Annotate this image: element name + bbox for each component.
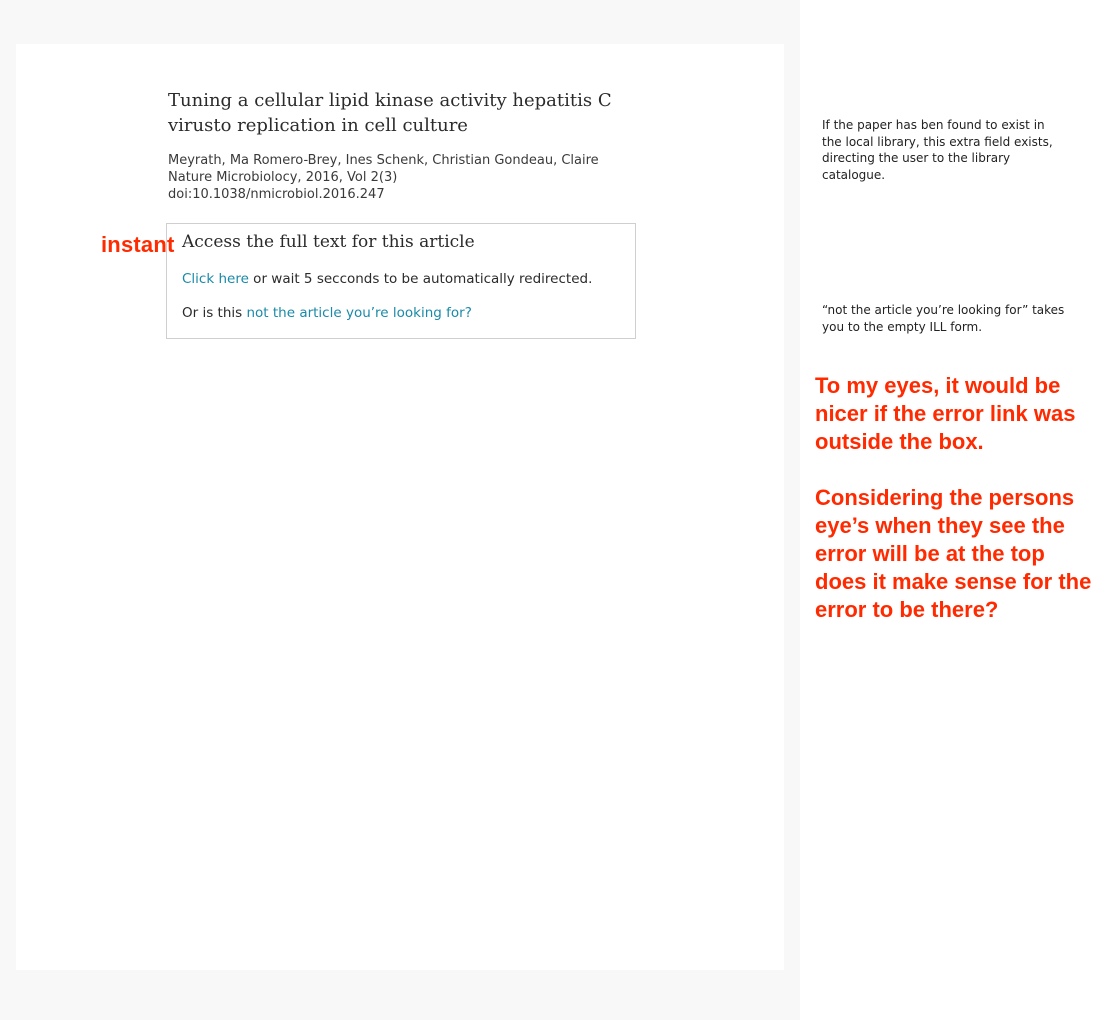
design-comment-2: Considering the persons eye’s when they … [815,485,1092,622]
redirect-line: Click here or wait 5 secconds to be auto… [182,271,592,287]
error-line: Or is this not the article you’re lookin… [182,305,472,321]
article-doi: doi:10.1038/nmicrobiol.2016.247 [168,187,385,202]
not-the-article-link[interactable]: not the article you’re looking for? [246,305,471,321]
article-card: Tuning a cellular lipid kinase activity … [16,44,784,970]
article-title: Tuning a cellular lipid kinase activity … [168,90,612,136]
access-heading: Access the full text for this article [182,232,475,252]
instant-annotation: instant [101,232,175,257]
article-journal: Nature Microbiolocy, 2016, Vol 2(3) [168,170,398,185]
ill-note: “not the article you’re looking for” tak… [822,303,1065,334]
article-authors: Meyrath, Ma Romero-Brey, Ines Schenk, Ch… [168,153,599,168]
click-here-link[interactable]: Click here [182,271,249,287]
library-note: If the paper has ben found to exist in t… [822,118,1053,182]
redirect-text: or wait 5 secconds to be automatically r… [248,271,593,287]
article-meta: Meyrath, Ma Romero-Brey, Ines Schenk, Ch… [168,152,638,203]
design-comment-1: To my eyes, it would be nicer if the err… [815,373,1076,454]
error-prefix: Or is this [182,305,247,321]
full-text-access-box: Access the full text for this article Cl… [166,223,636,339]
